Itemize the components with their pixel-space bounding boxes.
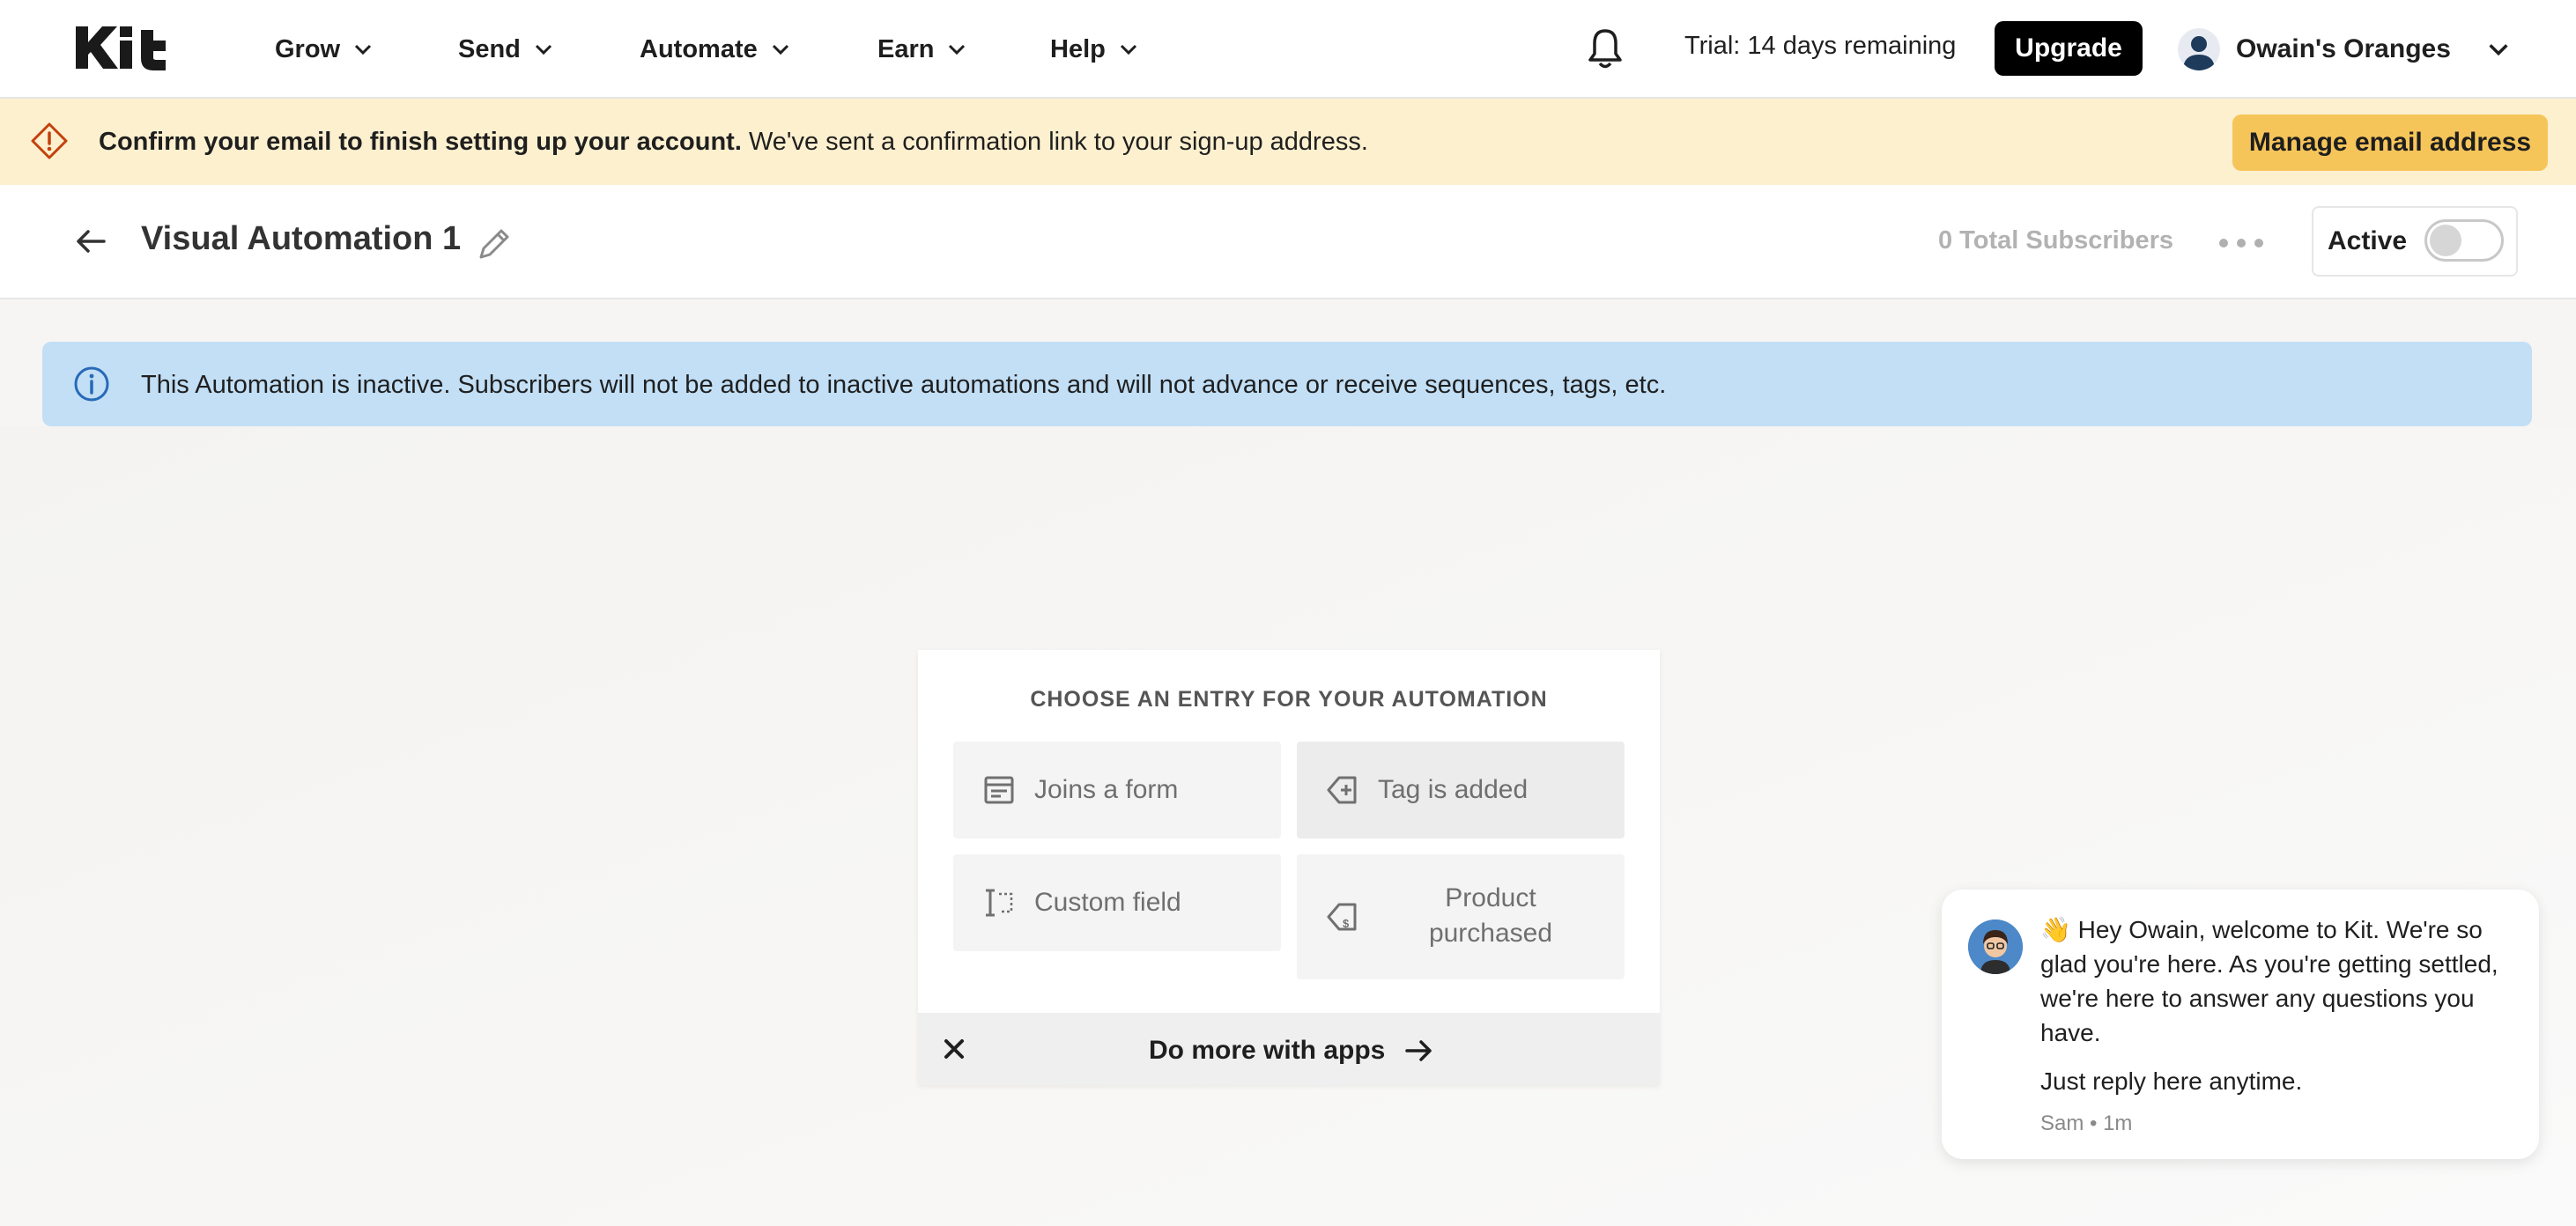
arrow-right-icon: [1405, 1040, 1432, 1061]
nav-help[interactable]: Help: [1050, 30, 1139, 69]
nav-grow-label: Grow: [275, 34, 341, 63]
tag-add-icon: [1327, 776, 1357, 804]
nav-earn-label: Earn: [877, 34, 935, 63]
back-arrow-icon[interactable]: [72, 222, 111, 261]
user-avatar-icon: [2178, 28, 2220, 70]
entry-heading: CHOOSE AN ENTRY FOR YOUR AUTOMATION: [1030, 687, 1548, 712]
nav-help-label: Help: [1050, 34, 1106, 63]
apps-label: Do more with apps: [1149, 1036, 1386, 1065]
do-more-with-apps-link[interactable]: Do more with apps: [1149, 1031, 1436, 1070]
chevron-down-icon: [355, 44, 372, 55]
entry-option-joins-form[interactable]: Joins a form: [953, 742, 1281, 838]
info-icon: [74, 366, 109, 402]
entry-option-tag-added[interactable]: Tag is added: [1297, 742, 1625, 838]
confirm-email-detail: We've sent a confirmation link to your s…: [741, 128, 1368, 156]
nav-grow[interactable]: Grow: [275, 30, 374, 69]
trial-status: Trial: 14 days remaining: [1684, 32, 1957, 60]
account-name: Owain's Oranges: [2236, 34, 2451, 63]
manage-email-button[interactable]: Manage email address: [2232, 114, 2548, 171]
kit-logo[interactable]: [72, 23, 171, 72]
chat-message-text: 👋 Hey Owain, welcome to Kit. We're so gl…: [2040, 916, 2498, 1046]
warning-icon: [31, 122, 68, 159]
nav-automate-label: Automate: [640, 34, 758, 63]
inactive-info-text: This Automation is inactive. Subscribers…: [141, 371, 1667, 399]
pencil-icon[interactable]: [474, 224, 514, 264]
chevron-down-icon: [772, 44, 788, 55]
nav-send[interactable]: Send: [458, 30, 554, 69]
custom-field-icon: [986, 889, 1013, 917]
confirm-email-bold: Confirm your email to finish setting up …: [99, 128, 742, 156]
svg-text:$: $: [1343, 917, 1350, 930]
support-agent-avatar: [1968, 920, 2023, 974]
confirm-email-message: Confirm your email to finish setting up …: [99, 128, 1368, 157]
total-subscribers: 0 Total Subscribers: [1938, 226, 2173, 255]
entry-option-label: Joins a form: [1034, 775, 1179, 804]
chevron-down-icon: [2489, 44, 2508, 56]
chevron-down-icon: [1120, 44, 1136, 55]
active-label: Active: [2328, 226, 2408, 255]
close-icon[interactable]: [939, 1034, 969, 1064]
account-menu[interactable]: Owain's Oranges: [2178, 23, 2511, 76]
nav-earn[interactable]: Earn: [877, 30, 967, 69]
chat-meta: Sam • 1m: [2040, 1112, 2133, 1135]
automation-title: Visual Automation 1: [141, 220, 462, 257]
entry-option-product-purchased[interactable]: $ Product purchased: [1297, 854, 1625, 979]
chevron-down-icon: [949, 44, 966, 55]
upgrade-button[interactable]: Upgrade: [1995, 21, 2143, 76]
toggle-knob: [2430, 225, 2461, 256]
chevron-down-icon: [535, 44, 551, 55]
entry-option-custom-field[interactable]: Custom field: [953, 854, 1281, 951]
nav-automate[interactable]: Automate: [640, 30, 791, 69]
chat-reply-text: Just reply here anytime.: [2040, 1067, 2303, 1095]
nav-send-label: Send: [458, 34, 521, 63]
entry-option-label: Product purchased: [1428, 883, 1553, 948]
entry-option-label: Custom field: [1034, 888, 1181, 917]
active-toggle[interactable]: [2424, 219, 2504, 262]
more-options-icon[interactable]: [2217, 233, 2266, 254]
bell-icon[interactable]: [1586, 26, 1625, 70]
form-icon: [984, 776, 1014, 804]
tag-dollar-icon: $: [1327, 903, 1357, 931]
entry-option-label: Tag is added: [1378, 775, 1529, 804]
